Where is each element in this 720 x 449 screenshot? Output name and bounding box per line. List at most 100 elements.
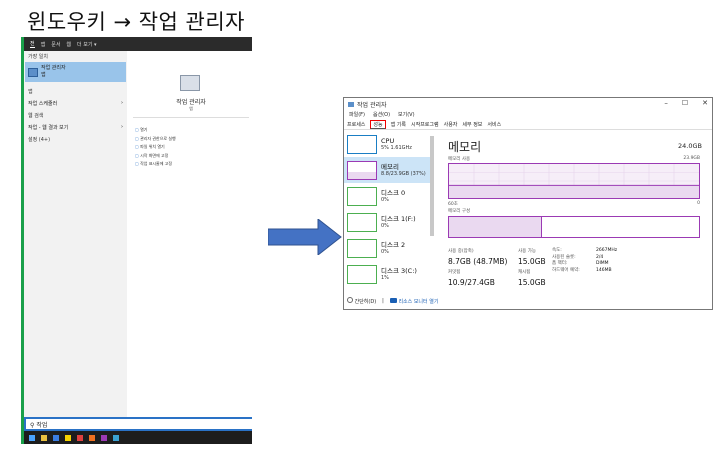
resource-item[interactable]: 메모리 8.8/23.9GB (37%): [344, 157, 434, 183]
app-icon[interactable]: [65, 434, 71, 441]
search-filter-tabs: 전 앱 문서 웹 더 보기 ▾: [24, 37, 252, 51]
spec-reserved: 146MB: [596, 267, 612, 273]
preview-actions: ▢ 열기 ▢ 관리자 권한으로 실행 ▢ 파일 위치 열기 ▢ 시작 화면에 고…: [135, 126, 176, 169]
resource-value: 1%: [381, 275, 389, 281]
resource-name: 메모리: [381, 163, 399, 171]
preview-title: 작업 관리자: [176, 99, 206, 106]
tab-services[interactable]: 서비스: [487, 121, 501, 128]
resource-thumbnail: [347, 212, 377, 232]
web-search-label: 웹 검색: [28, 113, 44, 119]
tab-performance[interactable]: 성능: [370, 119, 386, 129]
best-match-task-manager[interactable]: 작업 관리자 앱: [25, 62, 126, 82]
result-task-scheduler[interactable]: 작업 스케줄러 ›: [24, 97, 127, 110]
menu-bar: 파일(F) 옵션(O) 보기(V): [344, 110, 712, 119]
app-icon[interactable]: [41, 434, 47, 441]
tab-documents[interactable]: 문서: [51, 41, 60, 48]
action-pin-start[interactable]: ▢ 시작 화면에 고정: [135, 152, 176, 161]
windows-icon[interactable]: [29, 434, 35, 441]
stat-cached: 15.0GB: [518, 278, 546, 287]
spec-values: 2667MHz 2/4 DIMM 146MB: [596, 248, 617, 274]
resource-value: 0%: [381, 223, 389, 229]
action-open-file-location[interactable]: ▢ 파일 위치 열기: [135, 143, 176, 152]
resource-value: 0%: [381, 249, 389, 255]
maximize-button[interactable]: ☐: [682, 99, 688, 107]
spec-speed: 2667MHz: [596, 248, 618, 253]
app-icon[interactable]: [89, 434, 95, 441]
action-open[interactable]: ▢ 열기: [135, 126, 176, 135]
tab-web[interactable]: 웹: [66, 41, 71, 48]
fewer-details-label: 간단히(D): [354, 299, 377, 305]
resource-thumbnail: [347, 264, 377, 284]
resource-monitor-link[interactable]: 리소스 모니터 열기: [389, 297, 438, 305]
search-value: 작업: [36, 422, 48, 429]
axis-left: 60초: [448, 202, 458, 207]
memory-composition-bar: [448, 216, 700, 238]
resource-list: CPU 5% 1.61GHz 메모리 8.8/23.9GB (37%) 디스크 0 0% 디…: [344, 131, 434, 297]
resource-thumbnail: [347, 186, 377, 206]
monitor-icon: [389, 297, 397, 303]
start-search-screenshot: 전 앱 문서 웹 더 보기 ▾ 가장 일치 작업 관리자 앱 앱 작업 스케줄러 ›…: [21, 37, 252, 444]
tab-apps[interactable]: 앱: [41, 41, 46, 48]
app-icon[interactable]: [101, 434, 107, 441]
fewer-details-button[interactable]: 간단히(D): [347, 297, 376, 305]
resource-thumbnail: [347, 238, 377, 258]
spec-labels: 속도: 사용된 슬롯: 폼 팩터: 하드웨어 예약:: [552, 248, 580, 274]
tab-users[interactable]: 사용자: [444, 121, 458, 128]
resource-name: 디스크 1(F:): [381, 215, 416, 223]
close-button[interactable]: ✕: [702, 99, 708, 107]
resource-name: 디스크 2: [381, 241, 406, 249]
chevron-right-icon: ›: [121, 100, 123, 106]
resource-name: CPU: [381, 137, 395, 145]
result-web-label: 작업 - 웹 결과 보기: [28, 125, 69, 131]
app-icon[interactable]: [77, 434, 83, 441]
best-match-title: 작업 관리자: [41, 65, 66, 71]
stat-in-use: 8.7GB (48.7MB): [448, 257, 508, 266]
resource-name: 디스크 3(C:): [381, 267, 417, 275]
scrollbar[interactable]: [430, 136, 434, 236]
result-task-scheduler-label: 작업 스케줄러: [28, 101, 58, 107]
tab-more[interactable]: 더 보기 ▾: [77, 41, 97, 48]
detail-total: 24.0GB: [678, 142, 702, 150]
taskbar: [24, 431, 252, 444]
result-web[interactable]: 작업 - 웹 결과 보기 ›: [24, 121, 127, 134]
best-match-sub: 앱: [41, 72, 46, 78]
app-icon[interactable]: [113, 434, 119, 441]
resource-name: 디스크 0: [381, 189, 406, 197]
right-arrow-icon: [268, 219, 342, 255]
tab-app-history[interactable]: 앱 기록: [391, 121, 406, 128]
resource-item[interactable]: 디스크 1(F:) 0%: [344, 209, 434, 235]
settings-label: 설정 (4+): [28, 137, 51, 143]
title-bar: 작업 관리자: [344, 98, 712, 110]
resource-item[interactable]: CPU 5% 1.61GHz: [344, 131, 434, 157]
preview-sub: 앱: [189, 106, 193, 111]
menu-view[interactable]: 보기(V): [398, 111, 415, 118]
stat-in-use-label: 사용 중(압축): [448, 249, 474, 254]
tab-processes[interactable]: 프로세스: [347, 121, 365, 128]
resource-item[interactable]: 디스크 0 0%: [344, 183, 434, 209]
search-input[interactable]: ⚲ 작업: [24, 417, 252, 431]
usage-label: 메모리 사용: [448, 157, 471, 162]
menu-file[interactable]: 파일(F): [349, 111, 365, 118]
tab-startup[interactable]: 시작프로그램: [411, 121, 439, 128]
stat-available: 15.0GB: [518, 257, 546, 266]
task-manager-icon: [28, 67, 38, 77]
stat-committed: 10.9/27.4GB: [448, 278, 495, 287]
axis-right: 0: [697, 201, 700, 206]
action-pin-taskbar[interactable]: ▢ 작업 표시줄에 고정: [135, 160, 176, 169]
action-run-as-admin[interactable]: ▢ 관리자 권한으로 실행: [135, 135, 176, 144]
stat-available-label: 사용 가능: [518, 249, 536, 254]
search-results-list: 가장 일치 작업 관리자 앱 앱 작업 스케줄러 › 웹 검색 작업 - 웹 결과 …: [24, 51, 127, 417]
stat-committed-label: 커밋됨: [448, 270, 461, 275]
resource-item[interactable]: 디스크 3(C:) 1%: [344, 261, 434, 287]
page-heading: 윈도우키 → 작업 관리자: [27, 10, 246, 34]
minimize-button[interactable]: –: [664, 99, 668, 107]
search-icon: ⚲: [30, 422, 35, 429]
menu-options[interactable]: 옵션(O): [373, 111, 390, 118]
tab-details[interactable]: 세부 정보: [462, 121, 482, 128]
bottom-bar: 간단히(D) | 리소스 모니터 열기: [347, 297, 438, 305]
detail-title: 메모리: [448, 140, 482, 154]
tab-all[interactable]: 전: [30, 40, 35, 48]
resource-item[interactable]: 디스크 2 0%: [344, 235, 434, 261]
resource-value: 0%: [381, 197, 389, 203]
app-icon[interactable]: [53, 434, 59, 441]
